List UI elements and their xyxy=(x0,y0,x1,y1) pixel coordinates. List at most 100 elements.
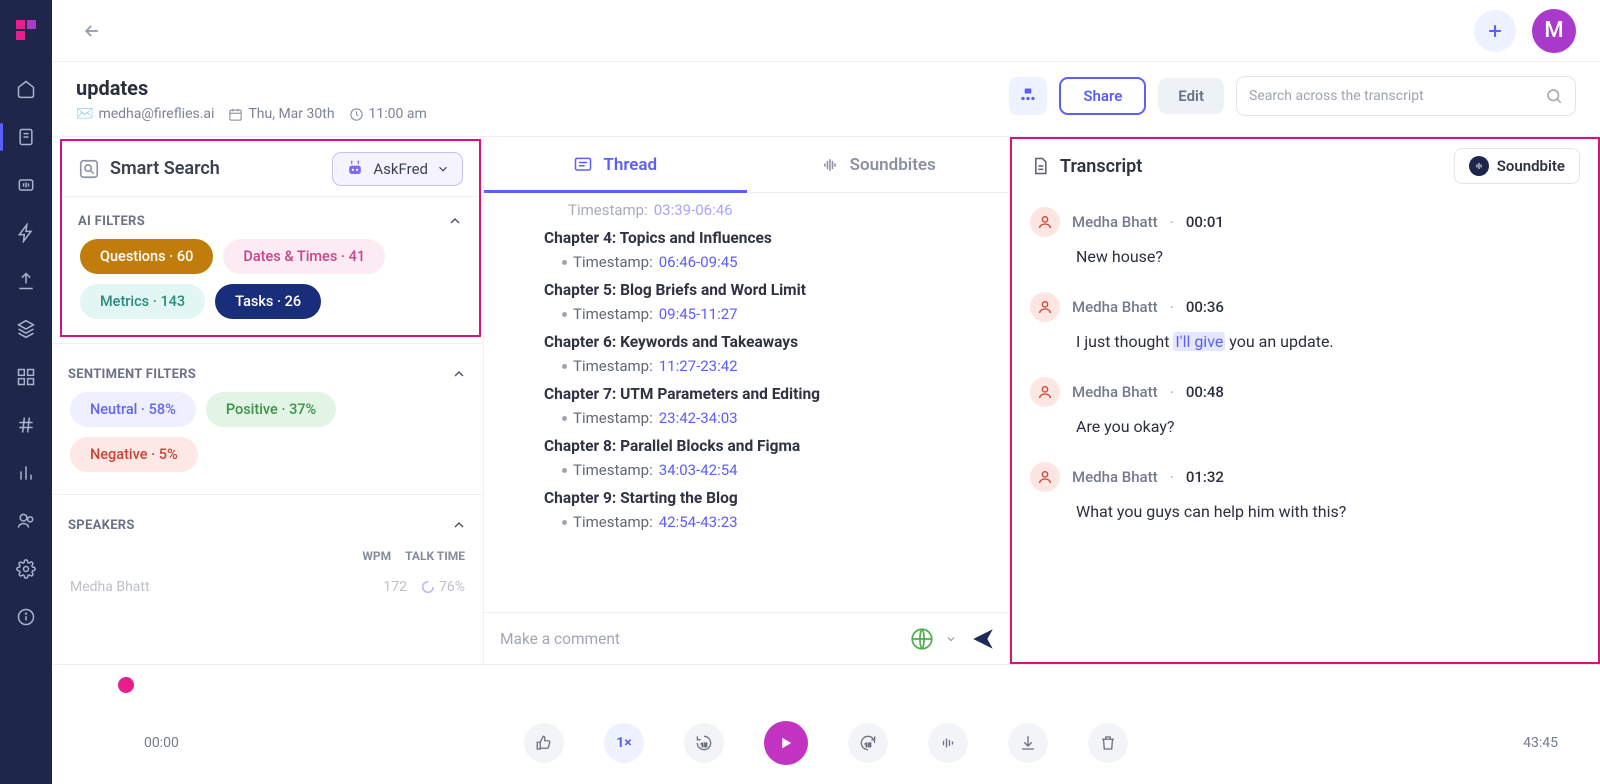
share-button[interactable]: Share xyxy=(1059,77,1146,115)
waveform-button[interactable] xyxy=(928,723,968,763)
rewind-button[interactable]: 15 xyxy=(684,723,724,763)
entry-time[interactable]: 01:32 xyxy=(1186,468,1224,486)
nav-bolt-icon[interactable] xyxy=(15,222,37,244)
sentiment-filters-header[interactable]: SENTIMENT FILTERS xyxy=(52,350,483,392)
askfred-button[interactable]: AskFred xyxy=(332,152,463,186)
speaker-name: Medha Bhatt xyxy=(1072,298,1158,316)
thread-icon xyxy=(573,155,593,175)
speaker-avatar xyxy=(1030,292,1060,322)
participant-button[interactable] xyxy=(1009,77,1047,115)
filter-metrics[interactable]: Metrics · 143 xyxy=(80,284,205,319)
chapter-timestamp[interactable]: Timestamp: 42:54-43:23 xyxy=(562,513,985,531)
meeting-header: updates ✉️medha@fireflies.ai Thu, Mar 30… xyxy=(52,62,1600,137)
search-icon xyxy=(1545,87,1563,105)
speaker-avatar xyxy=(1030,207,1060,237)
filter-tasks[interactable]: Tasks · 26 xyxy=(215,284,321,319)
nav-home-icon[interactable] xyxy=(15,78,37,100)
entry-time[interactable]: 00:48 xyxy=(1186,383,1224,401)
chapter: Chapter 4: Topics and Influences Timestam… xyxy=(544,229,985,271)
timeline[interactable] xyxy=(52,665,1600,701)
transcript-body[interactable]: Medha Bhatt·00:01New house?Medha Bhatt·0… xyxy=(1010,193,1600,664)
smart-search-panel: Smart Search AskFred AI FILTERS Question… xyxy=(52,137,484,664)
back-button[interactable] xyxy=(76,15,108,47)
search-input[interactable] xyxy=(1249,88,1537,104)
soundbite-icon xyxy=(1469,156,1489,176)
globe-icon[interactable] xyxy=(909,626,935,652)
chapter: Chapter 8: Parallel Blocks and FigmaTime… xyxy=(544,437,985,479)
ai-filters-header[interactable]: AI FILTERS xyxy=(62,197,479,239)
chapter-title: Chapter 4: Topics and Influences xyxy=(544,229,985,247)
filter-positive[interactable]: Positive · 37% xyxy=(206,392,336,427)
player: 00:00 1× 15 15 43:45 xyxy=(52,664,1600,784)
transcript-entry[interactable]: Medha Bhatt·00:01New house? xyxy=(1030,207,1580,266)
edit-button[interactable]: Edit xyxy=(1158,78,1224,114)
forward-button[interactable]: 15 xyxy=(848,723,888,763)
chapter: Chapter 6: Keywords and TakeawaysTimesta… xyxy=(544,333,985,375)
playhead[interactable] xyxy=(118,677,134,693)
chapter-title: Chapter 7: UTM Parameters and Editing xyxy=(544,385,985,403)
speed-button[interactable]: 1× xyxy=(604,723,644,763)
meeting-time: 11:00 am xyxy=(349,106,427,122)
chapter: Chapter 9: Starting the Blog Timestamp: 4… xyxy=(544,489,985,531)
transcript-entry[interactable]: Medha Bhatt·00:36I just thought I'll giv… xyxy=(1030,292,1580,351)
transcript-entry[interactable]: Medha Bhatt·00:48Are you okay? xyxy=(1030,377,1580,436)
partial-chapter-ts: Timestamp: 03:39-06:46 xyxy=(562,201,985,219)
organizer-email: ✉️medha@fireflies.ai xyxy=(76,106,214,122)
chapter-timestamp[interactable]: Timestamp: 06:46-09:45 xyxy=(562,253,985,271)
nav-hash-icon[interactable] xyxy=(15,414,37,436)
delete-button[interactable] xyxy=(1088,723,1128,763)
soundbites-icon xyxy=(820,155,840,175)
chevron-up-icon xyxy=(447,213,463,229)
chapter-timestamp[interactable]: Timestamp: 11:27-23:42 xyxy=(562,357,985,375)
nav-notes-icon[interactable] xyxy=(15,126,37,148)
chevron-up-icon xyxy=(451,366,467,382)
speaker-name: Medha Bhatt xyxy=(1072,213,1158,231)
tab-thread[interactable]: Thread xyxy=(484,137,747,192)
nav-apps-icon[interactable] xyxy=(15,366,37,388)
nav-info-icon[interactable] xyxy=(15,606,37,628)
add-button[interactable] xyxy=(1474,10,1516,52)
speakers-header[interactable]: SPEAKERS xyxy=(52,501,483,543)
chapter-title: Chapter 9: Starting the Blog xyxy=(544,489,985,507)
meeting-title: updates xyxy=(76,76,427,100)
play-button[interactable] xyxy=(764,721,808,765)
thumbs-up-button[interactable] xyxy=(524,723,564,763)
nav-settings-icon[interactable] xyxy=(15,558,37,580)
smart-search-title: Smart Search xyxy=(110,158,220,179)
chapter-timestamp[interactable]: Timestamp: 23:42-34:03 xyxy=(562,409,985,427)
filter-neutral[interactable]: Neutral · 58% xyxy=(70,392,196,427)
filter-questions[interactable]: Questions · 60 xyxy=(80,239,213,274)
topbar: M xyxy=(52,0,1600,62)
nav-audio-icon[interactable] xyxy=(15,174,37,196)
soundbite-button[interactable]: Soundbite xyxy=(1454,148,1580,184)
search-icon xyxy=(78,158,100,180)
filter-dates-times[interactable]: Dates & Times · 41 xyxy=(223,239,385,274)
comment-input[interactable] xyxy=(494,630,899,648)
entry-time[interactable]: 00:01 xyxy=(1186,213,1224,231)
nav-upload-icon[interactable] xyxy=(15,270,37,292)
app-logo xyxy=(14,18,38,42)
chevron-down-icon[interactable] xyxy=(945,633,957,645)
entry-text: New house? xyxy=(1076,247,1580,266)
transcript-search[interactable] xyxy=(1236,76,1576,116)
nav-layers-icon[interactable] xyxy=(15,318,37,340)
send-button[interactable] xyxy=(967,623,999,655)
download-button[interactable] xyxy=(1008,723,1048,763)
chapter-title: Chapter 5: Blog Briefs and Word Limit xyxy=(544,281,985,299)
thread-body[interactable]: Timestamp: 03:39-06:46 Chapter 4: Topics… xyxy=(484,193,1009,612)
chapter-timestamp[interactable]: Timestamp: 09:45-11:27 xyxy=(562,305,985,323)
transcript-entry[interactable]: Medha Bhatt·01:32What you guys can help … xyxy=(1030,462,1580,521)
speaker-name: Medha Bhatt xyxy=(1072,383,1158,401)
chapter-timestamp[interactable]: Timestamp: 34:03-42:54 xyxy=(562,461,985,479)
tab-soundbites[interactable]: Soundbites xyxy=(747,137,1010,192)
nav-analytics-icon[interactable] xyxy=(15,462,37,484)
nav-team-icon[interactable] xyxy=(15,510,37,532)
total-time: 43:45 xyxy=(1523,735,1558,751)
entry-time[interactable]: 00:36 xyxy=(1186,298,1224,316)
speaker-avatar xyxy=(1030,377,1060,407)
comment-row xyxy=(484,612,1009,664)
filter-negative[interactable]: Negative · 5% xyxy=(70,437,198,472)
user-avatar[interactable]: M xyxy=(1532,9,1576,53)
speaker-row[interactable]: Medha Bhatt 172 76% xyxy=(52,569,483,605)
document-icon xyxy=(1030,156,1050,176)
